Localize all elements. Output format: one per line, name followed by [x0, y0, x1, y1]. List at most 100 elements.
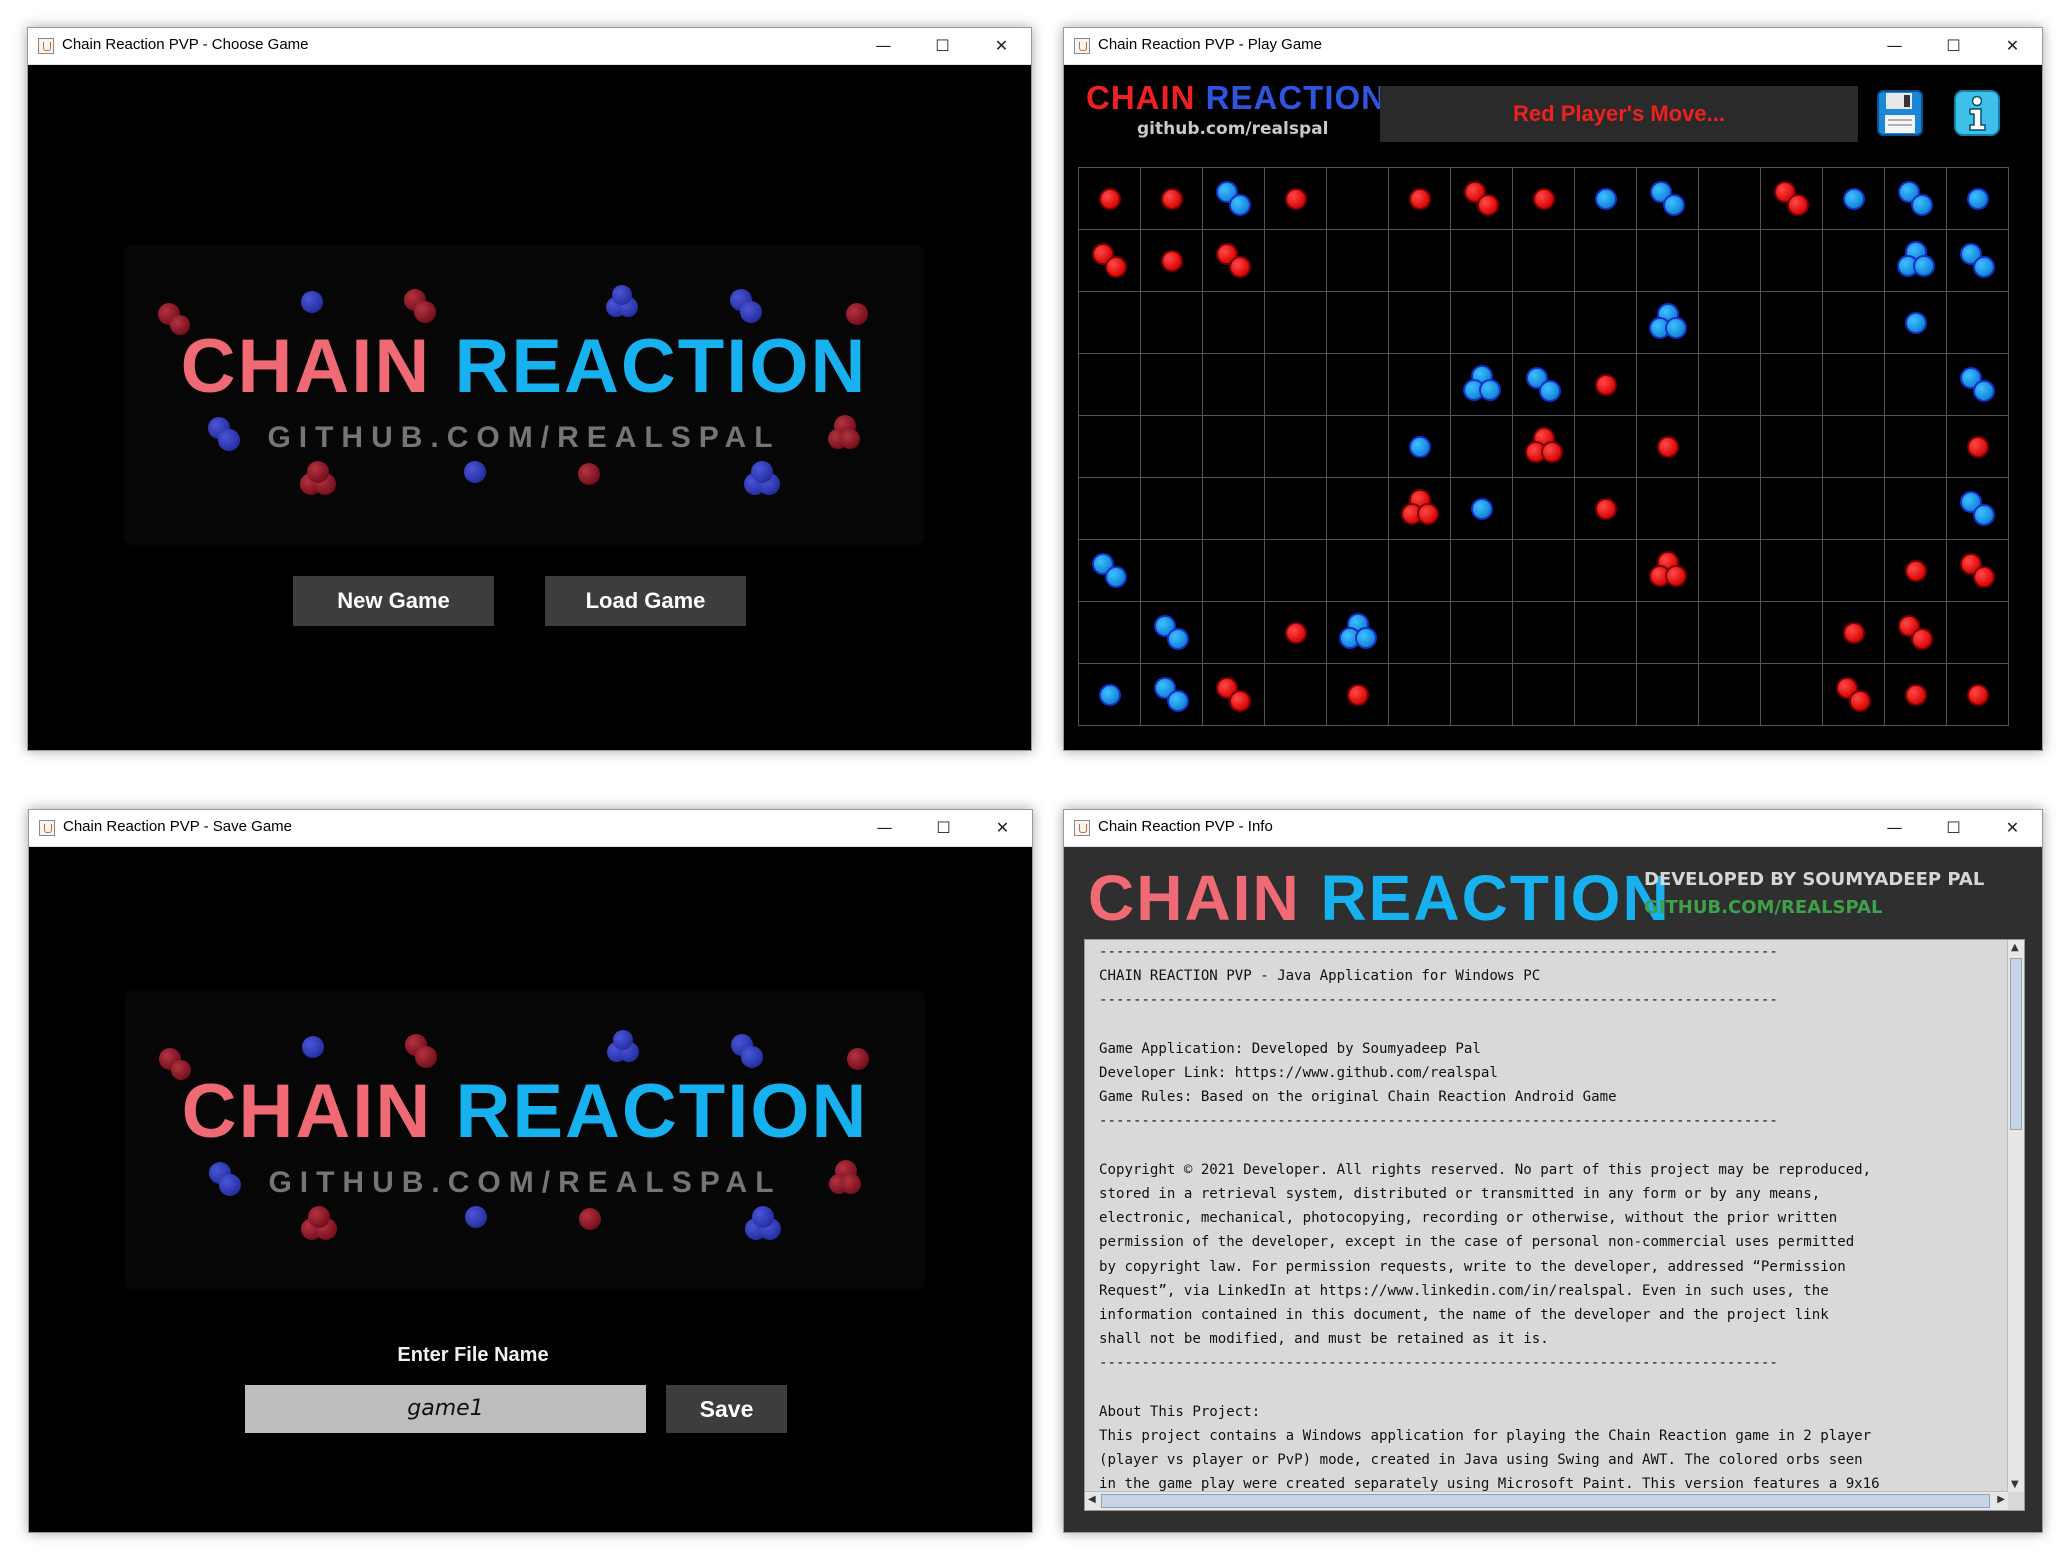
board-cell[interactable] — [1203, 478, 1265, 540]
board-cell[interactable] — [1947, 354, 2009, 416]
scroll-down-icon[interactable]: ▼ — [2011, 1479, 2019, 1490]
board-cell[interactable] — [1513, 664, 1575, 726]
board-cell[interactable] — [1575, 602, 1637, 664]
board-cell[interactable] — [1141, 168, 1203, 230]
board-cell[interactable] — [1885, 230, 1947, 292]
board-cell[interactable] — [1141, 354, 1203, 416]
board-cell[interactable] — [1265, 478, 1327, 540]
info-icon[interactable] — [1953, 89, 2001, 137]
board-cell[interactable] — [1513, 416, 1575, 478]
new-game-button[interactable]: New Game — [293, 576, 494, 626]
board-cell[interactable] — [1265, 664, 1327, 726]
board-cell[interactable] — [1327, 602, 1389, 664]
board-cell[interactable] — [1823, 230, 1885, 292]
board-cell[interactable] — [1451, 292, 1513, 354]
board-cell[interactable] — [1575, 230, 1637, 292]
board-cell[interactable] — [1575, 540, 1637, 602]
board-cell[interactable] — [1389, 416, 1451, 478]
board-cell[interactable] — [1947, 602, 2009, 664]
board-cell[interactable] — [1389, 664, 1451, 726]
minimize-button[interactable]: — — [1865, 28, 1924, 64]
board-cell[interactable] — [1327, 354, 1389, 416]
file-name-input[interactable]: game1 — [245, 1385, 646, 1433]
board-cell[interactable] — [1947, 292, 2009, 354]
board-cell[interactable] — [1203, 168, 1265, 230]
close-button[interactable]: ✕ — [973, 810, 1032, 846]
minimize-button[interactable]: — — [854, 28, 913, 64]
scroll-left-icon[interactable]: ◀ — [1088, 1494, 1096, 1505]
board-cell[interactable] — [1327, 292, 1389, 354]
board-cell[interactable] — [1513, 540, 1575, 602]
board-cell[interactable] — [1203, 354, 1265, 416]
board-cell[interactable] — [1575, 478, 1637, 540]
board-cell[interactable] — [1947, 540, 2009, 602]
board-cell[interactable] — [1761, 664, 1823, 726]
board-cell[interactable] — [1079, 416, 1141, 478]
board-cell[interactable] — [1079, 664, 1141, 726]
maximize-button[interactable]: ☐ — [1924, 28, 1983, 64]
board-cell[interactable] — [1203, 540, 1265, 602]
board-cell[interactable] — [1079, 354, 1141, 416]
board-cell[interactable] — [1327, 168, 1389, 230]
board-cell[interactable] — [1203, 230, 1265, 292]
board-cell[interactable] — [1637, 602, 1699, 664]
board-cell[interactable] — [1451, 540, 1513, 602]
board-cell[interactable] — [1885, 416, 1947, 478]
board-cell[interactable] — [1203, 664, 1265, 726]
board-cell[interactable] — [1265, 602, 1327, 664]
board-cell[interactable] — [1513, 478, 1575, 540]
scroll-up-icon[interactable]: ▲ — [2011, 942, 2019, 953]
board-cell[interactable] — [1699, 602, 1761, 664]
board-cell[interactable] — [1637, 230, 1699, 292]
board-cell[interactable] — [1265, 416, 1327, 478]
board-cell[interactable] — [1761, 292, 1823, 354]
board-cell[interactable] — [1513, 354, 1575, 416]
board-cell[interactable] — [1265, 540, 1327, 602]
board-cell[interactable] — [1947, 168, 2009, 230]
close-button[interactable]: ✕ — [1983, 810, 2042, 846]
board-cell[interactable] — [1203, 416, 1265, 478]
board-cell[interactable] — [1079, 602, 1141, 664]
board-cell[interactable] — [1885, 292, 1947, 354]
board-cell[interactable] — [1389, 168, 1451, 230]
board-cell[interactable] — [1637, 664, 1699, 726]
board-cell[interactable] — [1141, 416, 1203, 478]
maximize-button[interactable]: ☐ — [913, 28, 972, 64]
board-cell[interactable] — [1947, 664, 2009, 726]
board-cell[interactable] — [1823, 292, 1885, 354]
board-cell[interactable] — [1513, 292, 1575, 354]
board-cell[interactable] — [1265, 354, 1327, 416]
board-cell[interactable] — [1575, 416, 1637, 478]
board-cell[interactable] — [1451, 664, 1513, 726]
board-cell[interactable] — [1699, 540, 1761, 602]
board-cell[interactable] — [1699, 354, 1761, 416]
board-cell[interactable] — [1823, 540, 1885, 602]
close-button[interactable]: ✕ — [1983, 28, 2042, 64]
board-cell[interactable] — [1761, 602, 1823, 664]
board-cell[interactable] — [1947, 230, 2009, 292]
board-cell[interactable] — [1265, 168, 1327, 230]
board-cell[interactable] — [1637, 292, 1699, 354]
scroll-thumb[interactable] — [1101, 1494, 1990, 1508]
board-cell[interactable] — [1265, 230, 1327, 292]
board-cell[interactable] — [1327, 230, 1389, 292]
board-cell[interactable] — [1079, 168, 1141, 230]
board-cell[interactable] — [1699, 230, 1761, 292]
board-cell[interactable] — [1141, 664, 1203, 726]
board-cell[interactable] — [1451, 168, 1513, 230]
board-cell[interactable] — [1637, 416, 1699, 478]
board-cell[interactable] — [1699, 168, 1761, 230]
maximize-button[interactable]: ☐ — [1924, 810, 1983, 846]
scroll-right-icon[interactable]: ▶ — [1997, 1494, 2005, 1505]
board-cell[interactable] — [1513, 230, 1575, 292]
board-cell[interactable] — [1513, 602, 1575, 664]
board-cell[interactable] — [1699, 478, 1761, 540]
board-cell[interactable] — [1451, 478, 1513, 540]
board-cell[interactable] — [1327, 540, 1389, 602]
save-button[interactable]: Save — [666, 1385, 787, 1433]
load-game-button[interactable]: Load Game — [545, 576, 746, 626]
board-cell[interactable] — [1327, 478, 1389, 540]
board-cell[interactable] — [1761, 354, 1823, 416]
board-cell[interactable] — [1265, 292, 1327, 354]
board-cell[interactable] — [1761, 540, 1823, 602]
